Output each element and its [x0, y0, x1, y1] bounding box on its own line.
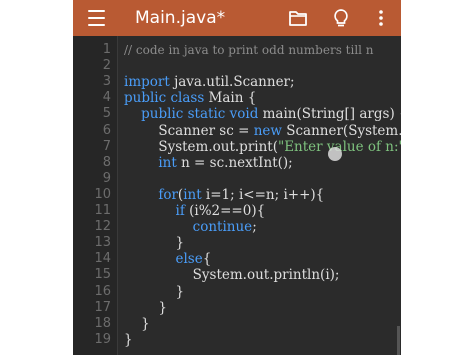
code-token-plain: System.out.println(i);	[124, 267, 340, 284]
code-line[interactable]: 7 System.out.print("Enter value of n:");	[73, 139, 401, 155]
line-number: 13	[94, 235, 111, 251]
code-token-plain: (i%2==0){	[184, 203, 266, 219]
code-line[interactable]: 14 else{	[73, 251, 401, 267]
code-line[interactable]: 15 System.out.println(i);	[73, 267, 401, 283]
code-line[interactable]: 13 }	[73, 235, 401, 251]
line-source: public static void main(String[] args) {	[124, 106, 401, 122]
code-token-plain: Scanner sc =	[124, 122, 254, 139]
hamburger-menu-icon[interactable]	[88, 10, 105, 26]
code-token-keyword: for	[158, 186, 178, 203]
line-source: else{	[124, 251, 212, 268]
code-token-keyword: public class	[124, 90, 205, 107]
code-line[interactable]: 4 public class Main {	[73, 90, 401, 106]
code-line[interactable]: 3 import java.util.Scanner;	[73, 74, 401, 90]
code-token-keyword: int	[183, 186, 202, 203]
code-line[interactable]: 9	[73, 171, 401, 187]
code-token-plain: }	[124, 315, 150, 332]
code-line[interactable]: 17 }	[73, 300, 401, 316]
code-token-plain: {	[202, 251, 212, 268]
code-token-plain: ;	[252, 219, 257, 236]
lightbulb-icon[interactable]	[331, 8, 351, 28]
line-source: System.out.print("Enter value of n:");	[124, 139, 401, 155]
code-line[interactable]: 10 for(int i=1; i<=n; i++){	[73, 187, 401, 203]
code-token-plain: i=1; i<=n; i++){	[201, 186, 325, 203]
line-source: }	[124, 300, 167, 316]
app-toolbar: Main.java*	[73, 0, 401, 36]
code-token-plain: }	[124, 283, 185, 300]
line-number: 5	[102, 106, 111, 122]
code-token-keyword: import	[124, 74, 170, 91]
code-line[interactable]: 2	[73, 58, 401, 74]
code-token-keyword: new	[253, 122, 282, 139]
folder-icon[interactable]	[288, 8, 308, 28]
scrollbar[interactable]	[397, 326, 400, 355]
line-number: 15	[94, 267, 111, 283]
line-source: }	[124, 235, 184, 251]
code-line[interactable]: 18 }	[73, 316, 401, 332]
code-token-plain: java.util.Scanner;	[169, 74, 295, 91]
code-line[interactable]: 5 public static void main(String[] args)…	[73, 106, 401, 122]
code-token-keyword: if	[175, 203, 185, 219]
line-source: }	[124, 284, 184, 300]
code-editor[interactable]: 1 // code in java to print odd numbers ti…	[73, 36, 401, 355]
line-number: 17	[94, 299, 111, 315]
line-number: 18	[94, 315, 111, 331]
line-number: 16	[94, 283, 111, 299]
line-source: if (i%2==0){	[124, 203, 266, 219]
code-token-plain: Scanner(System.in);	[286, 122, 401, 139]
line-number: 8	[102, 154, 111, 170]
line-number: 2	[102, 58, 111, 74]
line-number: 19	[94, 331, 111, 347]
line-source: System.out.println(i);	[124, 267, 340, 284]
code-editor-app: Main.java* 1 // code in java to print odd…	[73, 0, 401, 355]
line-number: 9	[102, 170, 111, 186]
code-token-keyword: public static void	[124, 106, 259, 123]
code-line[interactable]: 1 // code in java to print odd numbers ti…	[73, 42, 401, 58]
line-source: }	[124, 316, 150, 332]
code-line[interactable]: 16 }	[73, 284, 401, 300]
code-token-plain: n = sc.nextInt();	[176, 154, 293, 171]
code-token-comment: // code in java to print odd numbers til…	[124, 43, 374, 57]
line-number: 3	[102, 74, 111, 90]
line-number: 1	[102, 42, 111, 57]
line-number: 7	[102, 138, 111, 154]
line-source: // code in java to print odd numbers til…	[124, 42, 374, 58]
line-number: 6	[102, 122, 111, 138]
code-line[interactable]: 12 continue;	[73, 219, 401, 235]
code-line[interactable]: 6 Scanner sc = new Scanner(System.in);	[73, 123, 401, 139]
file-title: Main.java*	[135, 8, 226, 28]
line-number: 10	[94, 186, 111, 202]
code-token-plain: Main {	[204, 90, 257, 107]
code-token-plain: }	[124, 235, 185, 252]
line-source: import java.util.Scanner;	[124, 74, 295, 90]
line-source: int n = sc.nextInt();	[124, 154, 293, 171]
code-token-plain: }	[124, 299, 167, 316]
line-source: for(int i=1; i<=n; i++){	[124, 187, 324, 203]
code-token-keyword: else	[175, 251, 203, 268]
line-source: public class Main {	[124, 90, 256, 106]
video-frame: Main.java* 1 // code in java to print odd…	[0, 0, 474, 355]
code-line[interactable]: 11 if (i%2==0){	[73, 203, 401, 219]
line-number: 4	[102, 90, 111, 106]
code-token-plain: main(String[] args) {	[258, 106, 401, 123]
line-source: continue;	[124, 219, 257, 235]
code-token-plain: }	[124, 331, 133, 348]
line-number: 11	[94, 203, 111, 218]
more-vert-icon[interactable]	[371, 8, 391, 28]
code-line[interactable]: 8 int n = sc.nextInt();	[73, 155, 401, 171]
touch-cursor	[328, 147, 342, 161]
code-token-plain: System.out.print(	[124, 138, 278, 155]
code-token-keyword: int	[158, 154, 177, 171]
code-token-keyword: continue	[192, 219, 253, 236]
line-source: }	[124, 332, 133, 348]
code-line[interactable]: 19}	[73, 332, 401, 348]
line-number: 14	[94, 251, 111, 267]
line-source: Scanner sc = new Scanner(System.in);	[124, 123, 401, 139]
line-number: 12	[94, 219, 111, 235]
